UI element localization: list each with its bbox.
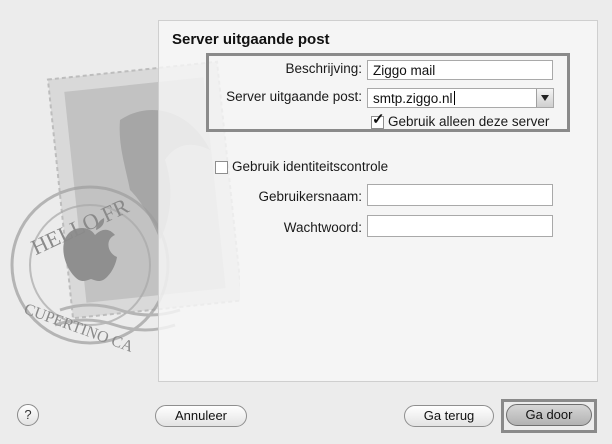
combobox-dropdown-button[interactable] [536, 89, 553, 107]
password-label: Wachtwoord: [283, 220, 362, 235]
description-label: Beschrijving: [285, 61, 362, 76]
password-field[interactable] [367, 215, 553, 237]
chevron-down-icon [541, 95, 549, 101]
username-field[interactable] [367, 184, 553, 206]
text-cursor [453, 91, 455, 105]
outgoing-server-combobox[interactable]: smtp.ziggo.nl [367, 88, 554, 108]
description-value: Ziggo mail [373, 63, 436, 78]
cancel-button[interactable]: Annuleer [155, 405, 247, 427]
outgoing-server-value: smtp.ziggo.nl [373, 91, 453, 106]
authentication-label: Gebruik identiteitscontrole [232, 159, 389, 174]
only-this-server-label: Gebruik alleen deze server [388, 114, 550, 129]
checkmark-icon: ✓ [372, 111, 385, 128]
help-button[interactable]: ? [17, 404, 39, 426]
outgoing-server-label: Server uitgaande post: [226, 89, 362, 104]
description-field[interactable]: Ziggo mail [367, 60, 553, 80]
authentication-checkbox[interactable] [215, 161, 228, 174]
back-button[interactable]: Ga terug [404, 405, 494, 427]
only-this-server-checkbox[interactable]: ✓ [371, 112, 385, 129]
page-title: Server uitgaande post [172, 31, 330, 48]
next-button[interactable]: Ga door [506, 404, 592, 426]
mail-setup-window: HELLO FR CUPERTINO CA Server uitgaande p… [0, 0, 612, 444]
username-label: Gebruikersnaam: [258, 189, 362, 204]
